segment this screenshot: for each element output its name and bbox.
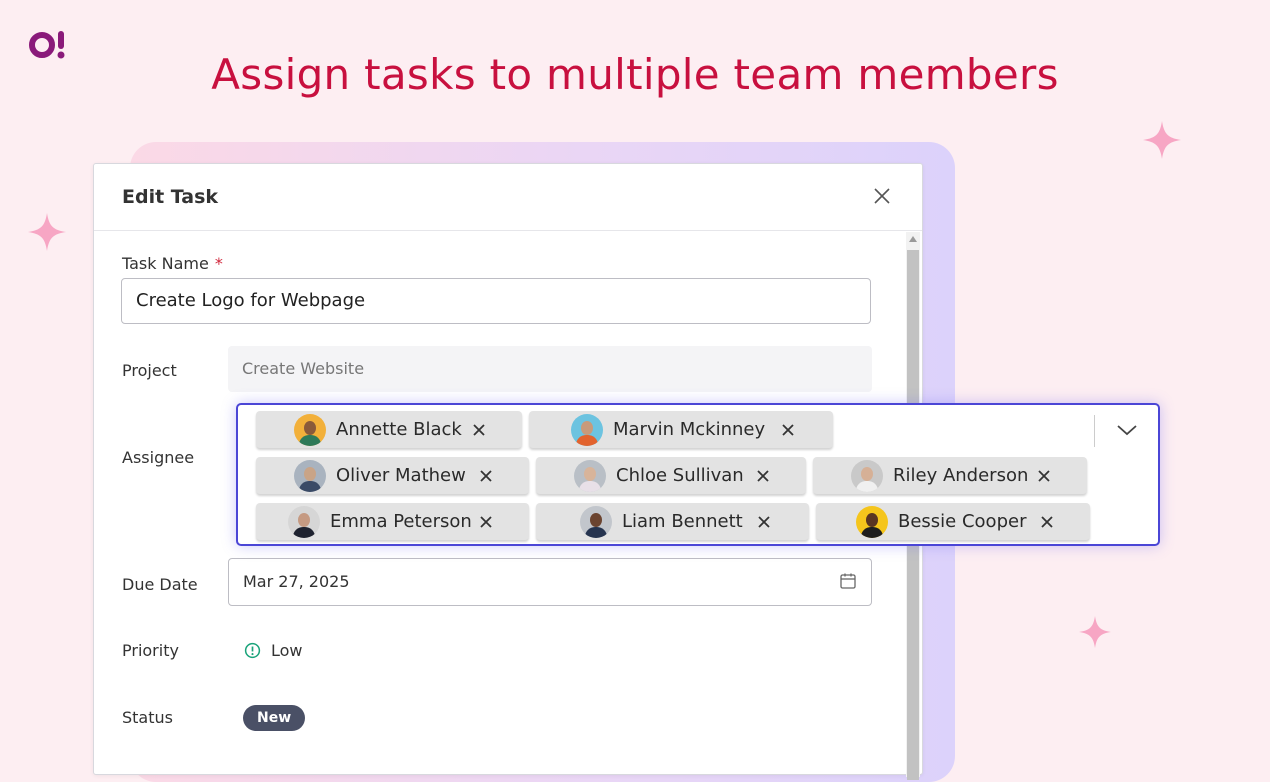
assignee-label: Assignee: [122, 448, 195, 467]
assignee-name: Marvin Mckinney: [613, 419, 766, 440]
assignee-chip: Liam Bennett: [536, 503, 809, 540]
assignee-chip: Marvin Mckinney: [529, 411, 833, 448]
avatar: [580, 505, 612, 538]
assignee-chip: Bessie Cooper: [816, 503, 1090, 540]
assignee-chip: Annette Black: [256, 411, 522, 448]
assignee-chip: Emma Peterson: [256, 503, 529, 540]
avatar: [856, 505, 888, 538]
assignee-multiselect[interactable]: Annette Black Marvin Mckinney Oliver Mat…: [236, 403, 1160, 546]
status-label: Status: [122, 708, 173, 727]
sparkle-icon: [28, 213, 66, 251]
task-name-label: Task Name *: [122, 254, 223, 273]
project-label: Project: [122, 361, 177, 380]
remove-assignee-icon[interactable]: [472, 423, 486, 437]
calendar-icon[interactable]: [839, 572, 857, 590]
scroll-up-icon[interactable]: [909, 236, 917, 242]
task-name-input[interactable]: Create Logo for Webpage: [121, 278, 871, 324]
project-field: Create Website: [228, 346, 872, 392]
dropdown-divider: [1094, 415, 1095, 447]
assignee-chip: Oliver Mathew: [256, 457, 529, 494]
assignee-chip: Chloe Sullivan: [536, 457, 806, 494]
task-name-label-text: Task Name: [122, 254, 209, 273]
assignee-name: Oliver Mathew: [336, 465, 466, 486]
assignee-name: Riley Anderson: [893, 465, 1029, 486]
due-date-value: Mar 27, 2025: [243, 572, 350, 591]
assignee-name: Emma Peterson: [330, 511, 472, 532]
remove-assignee-icon[interactable]: [479, 469, 493, 483]
dialog-header: Edit Task: [94, 164, 922, 231]
sparkle-icon: [1079, 616, 1111, 648]
remove-assignee-icon[interactable]: [781, 423, 795, 437]
close-icon[interactable]: [872, 186, 892, 206]
status-badge[interactable]: New: [243, 705, 306, 731]
assignee-name: Chloe Sullivan: [616, 465, 744, 486]
priority-low-icon: [244, 642, 261, 659]
assignee-chip: Riley Anderson: [813, 457, 1087, 494]
avatar: [294, 413, 326, 446]
remove-assignee-icon[interactable]: [479, 515, 493, 529]
avatar: [294, 459, 326, 492]
avatar: [288, 505, 320, 538]
avatar: [574, 459, 606, 492]
remove-assignee-icon[interactable]: [1037, 469, 1051, 483]
priority-text: Low: [271, 641, 303, 660]
priority-value[interactable]: Low: [244, 641, 303, 660]
assignee-name: Liam Bennett: [622, 511, 743, 532]
sparkle-icon: [1143, 121, 1181, 159]
due-date-label: Due Date: [122, 575, 198, 594]
remove-assignee-icon[interactable]: [756, 469, 770, 483]
remove-assignee-icon[interactable]: [1040, 515, 1054, 529]
required-marker: *: [214, 254, 223, 273]
due-date-input[interactable]: Mar 27, 2025: [228, 558, 872, 606]
assignee-name: Annette Black: [336, 419, 462, 440]
remove-assignee-icon[interactable]: [757, 515, 771, 529]
dialog-title: Edit Task: [122, 186, 219, 208]
page-headline: Assign tasks to multiple team members: [211, 50, 1059, 99]
assignee-name: Bessie Cooper: [898, 511, 1027, 532]
chevron-down-icon[interactable]: [1116, 423, 1138, 437]
priority-label: Priority: [122, 641, 179, 660]
avatar: [851, 459, 883, 492]
avatar: [571, 413, 603, 446]
